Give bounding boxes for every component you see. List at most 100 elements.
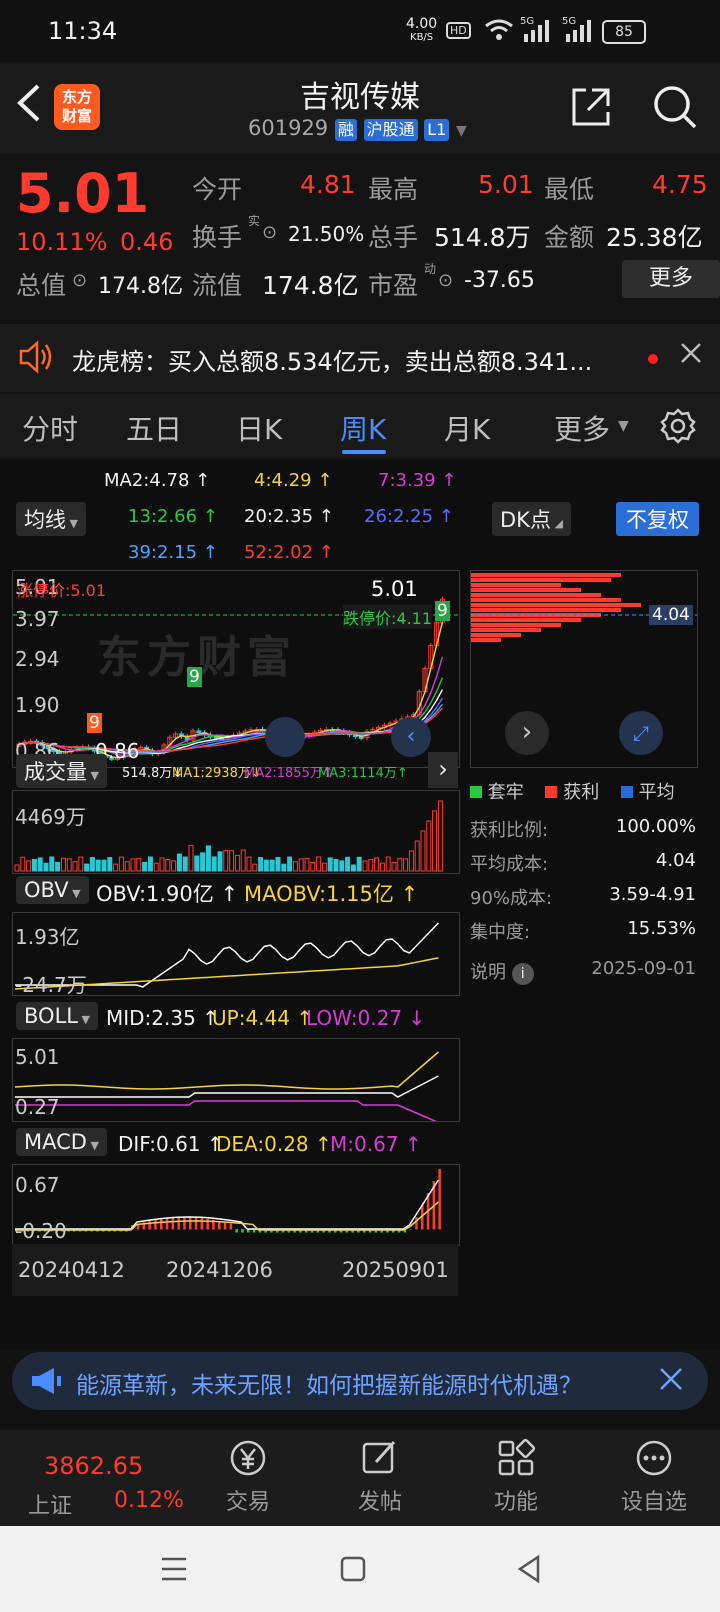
menu-icon[interactable]: [160, 1556, 188, 1582]
date-start: 20240412: [18, 1258, 125, 1282]
obv-ymax: 1.93亿: [15, 925, 80, 949]
boll-dropdown[interactable]: BOLL ▼: [16, 1002, 98, 1030]
tab-five-day[interactable]: 五日: [126, 408, 182, 448]
chip-bar: [471, 578, 611, 582]
boll-chart[interactable]: 5.01 0.27: [12, 1038, 460, 1122]
macd-bar: [194, 1217, 198, 1230]
chip-bar: [471, 638, 501, 642]
index-change[interactable]: 0.12%: [114, 1488, 184, 1513]
note-row[interactable]: 说明 i 2025-09-01: [470, 958, 696, 992]
status-bar: 11:34 4.00 KB/S HD 5G 5G 85: [0, 0, 720, 62]
obv-dropdown-label: OBV: [24, 878, 69, 902]
boll-svg: [14, 1051, 439, 1121]
tag-hk-connect: 沪股通: [363, 119, 418, 141]
volume-bar: [130, 858, 136, 872]
adjust-button[interactable]: 不复权: [616, 502, 699, 536]
info-icon[interactable]: ⊙: [72, 270, 87, 291]
index-name[interactable]: 上证: [28, 1488, 72, 1520]
volume-bar: [414, 840, 420, 872]
volume-bar: [374, 857, 380, 872]
volume-bar: [327, 857, 333, 872]
tab-weekly[interactable]: 周K: [340, 408, 386, 448]
volume-bar: [26, 860, 32, 872]
macd-bar: [235, 1229, 238, 1233]
add-watchlist-button[interactable]: 设自选: [614, 1438, 694, 1516]
date-mid: 20241206: [166, 1258, 273, 1282]
last-price-marker: 5.01: [371, 577, 418, 601]
ad-banner[interactable]: 能源革新，未来无限！如何把握新能源时代机遇？: [12, 1352, 708, 1410]
date-end: 20250901: [342, 1258, 449, 1282]
dragon-tiger-notice[interactable]: 龙虎榜：买入总额8.534亿元，卖出总额8.341...: [0, 324, 720, 392]
volume-bar: [345, 856, 351, 872]
volume-chart[interactable]: 4469万: [12, 790, 460, 874]
share-icon[interactable]: [570, 86, 612, 128]
volume-bar: [292, 861, 298, 872]
caret-down-icon: ◢: [550, 517, 563, 530]
volume-bar: [362, 860, 368, 872]
post-button[interactable]: 发帖: [358, 1438, 410, 1516]
search-icon[interactable]: [652, 84, 698, 130]
info-icon[interactable]: i: [511, 963, 534, 985]
chip-distribution-chart[interactable]: 4.04 › ⤢: [470, 570, 698, 768]
obv-dropdown[interactable]: OBV ▼: [16, 876, 89, 904]
volume-bar: [229, 850, 235, 872]
volume-ma3: MA3:1114万↑: [318, 766, 408, 781]
back-icon[interactable]: [516, 1554, 542, 1584]
tab-monthly[interactable]: 月K: [444, 408, 490, 448]
net-speed-unit: KB/S: [410, 32, 434, 43]
boll-ymax: 5.01: [15, 1045, 60, 1069]
obv-chart[interactable]: 1.93亿 -24.7万: [12, 912, 460, 996]
macd-dropdown[interactable]: MACD ▼: [16, 1128, 107, 1156]
ma39-label: 39:2.15 ↑: [128, 542, 218, 563]
chip-bar: [471, 633, 521, 637]
stock-code-row: 601929 融 沪股通 L1 ▼: [248, 116, 467, 141]
macd-bar: [438, 1169, 441, 1230]
gear-icon[interactable]: [660, 408, 696, 444]
dk-dropdown-label: DK点: [500, 508, 551, 532]
volume-bar: [200, 852, 206, 872]
pe-value: -37.65: [464, 268, 535, 293]
tab-intraday[interactable]: 分时: [22, 408, 78, 448]
tab-daily[interactable]: 日K: [236, 408, 282, 448]
ma13-label: 13:2.66 ↑: [128, 506, 218, 527]
macd-ymax: 0.67: [15, 1173, 60, 1197]
y-label-1-90: 1.90: [15, 693, 60, 717]
macd-dif: DIF:0.61 ↑: [118, 1132, 224, 1156]
pan-button[interactable]: [265, 717, 305, 757]
trade-label: 交易: [226, 1490, 271, 1515]
more-button[interactable]: 更多: [622, 260, 720, 298]
close-icon[interactable]: [658, 1366, 684, 1392]
macd-chart[interactable]: 0.67 -0.20: [12, 1164, 460, 1246]
turnover-value: 21.50%: [288, 222, 365, 246]
stat-value: 15.53%: [627, 918, 696, 939]
volume-bar: [20, 856, 26, 872]
index-value[interactable]: 3862.65: [44, 1452, 143, 1480]
close-icon[interactable]: [680, 342, 702, 364]
chevron-down-icon[interactable]: ▼: [456, 123, 467, 139]
expand-indicators-arrow-icon[interactable]: ›: [428, 752, 458, 788]
functions-button[interactable]: 功能: [494, 1438, 546, 1516]
turnover-label: 换手: [192, 223, 243, 252]
trade-button[interactable]: 交易: [226, 1438, 278, 1516]
macd-bar: [189, 1217, 192, 1230]
ma52-label: 52:2.02 ↑: [244, 542, 334, 563]
volume-bar: [211, 856, 217, 872]
more-dots-icon: [636, 1440, 672, 1476]
home-icon[interactable]: [340, 1556, 366, 1582]
volume-dropdown[interactable]: 成交量 ▼: [16, 754, 107, 788]
ma-dropdown[interactable]: 均线 ▼: [16, 502, 86, 536]
tab-more[interactable]: 更多: [554, 408, 610, 448]
info-icon[interactable]: ⊙: [262, 222, 277, 243]
info-icon[interactable]: ⊙: [438, 270, 453, 291]
ma20-label: 20:2.35 ↑: [244, 506, 334, 527]
prev-arrow-icon[interactable]: ‹: [391, 717, 431, 757]
kline-chart[interactable]: 东方财富 5.01 涨停价:5.01 3.97 2.94 1.90 0.86 5…: [12, 570, 460, 768]
megaphone-icon: [30, 1366, 64, 1396]
dk-dropdown[interactable]: DK点 ◢: [492, 502, 571, 536]
expand-icon[interactable]: ⤢: [619, 711, 663, 755]
volume-bar: [281, 863, 287, 872]
next-arrow-icon[interactable]: ›: [505, 711, 549, 755]
volume-bar: [432, 810, 438, 872]
volume-bar: [287, 856, 293, 872]
add-watchlist-label: 设自选: [620, 1490, 687, 1515]
